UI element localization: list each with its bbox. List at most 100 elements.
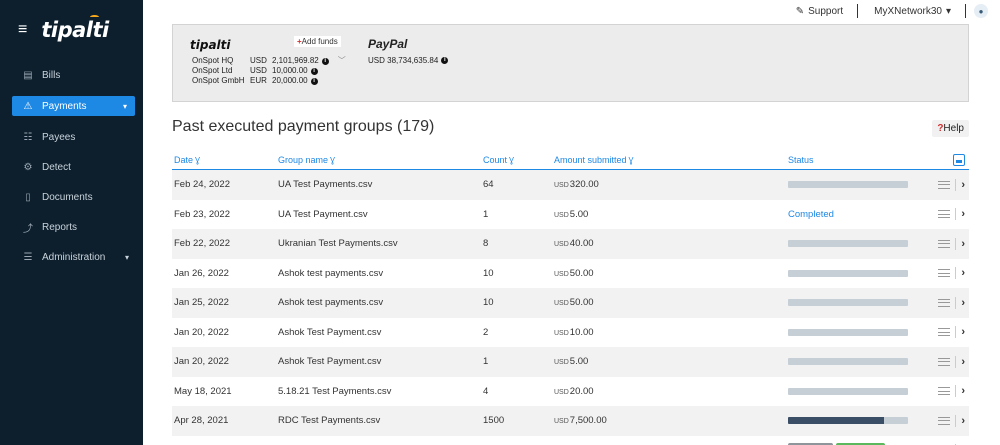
table-header: Date Ɣ Group name Ɣ Count Ɣ Amount submitte…	[172, 151, 969, 170]
chevron-right-icon[interactable]: ›	[961, 326, 965, 338]
table-row[interactable]: Mar 05, 2021Angiedata.csv12EUR4,000.00|G…	[172, 436, 969, 445]
chevron-right-icon[interactable]: ›	[961, 297, 965, 309]
sidebar-item-administration[interactable]: ☰ Administration ▾	[0, 242, 143, 272]
table-row[interactable]: Feb 23, 2022 UA Test Payment.csv 1 USD5.00 C…	[172, 200, 969, 230]
table-row[interactable]: Jan 20, 2022 Ashok Test Payment.csv 1 USD5.…	[172, 347, 969, 377]
cell-count: 1500	[483, 415, 505, 427]
caret-down-icon: ▾	[122, 101, 127, 111]
sidebar-item-payments[interactable]: ⚠ Payments ▾	[12, 96, 135, 116]
detect-icon: ⚙	[23, 161, 33, 173]
chevron-right-icon[interactable]: ›	[961, 356, 965, 368]
status-text: Completed	[788, 208, 834, 220]
table-body: Feb 24, 2022 UA Test Payments.csv 64 USD320…	[172, 170, 969, 445]
topbar: ✎ Support MyXNetwork30 ▾ ●	[143, 0, 1000, 22]
documents-icon: ▯	[25, 191, 31, 203]
header-amount[interactable]: Amount submitted Ɣ	[554, 155, 788, 165]
status-progress-bar	[788, 358, 908, 366]
cell-amount: USD5.00	[554, 208, 589, 220]
bills-icon: ▤	[23, 69, 33, 81]
cell-amount: USD7,500.00	[554, 415, 607, 427]
sidebar-item-bills[interactable]: ▤ Bills	[0, 60, 143, 90]
row-menu-icon[interactable]	[938, 239, 951, 248]
chevron-right-icon[interactable]: ›	[961, 267, 965, 279]
cell-status	[788, 358, 928, 366]
cell-date: Apr 28, 2021	[174, 415, 229, 427]
header-count[interactable]: Count Ɣ	[483, 155, 554, 165]
caret-down-icon: ▾	[124, 252, 129, 262]
tipalti-logo[interactable]: tipalti	[41, 15, 109, 42]
row-menu-icon[interactable]	[938, 298, 951, 307]
funding-balances: OnSpot HQ USD 2,101,969.82 i ﹀ OnSpot Ltd USD 1…	[192, 56, 346, 86]
cell-count: 64	[483, 179, 494, 191]
status-progress-bar	[788, 299, 908, 307]
sidebar-item-reports[interactable]: ⤴ Reports	[0, 212, 143, 242]
table-row[interactable]: Jan 26, 2022 Ashok test payments.csv 10 USD…	[172, 259, 969, 289]
info-icon[interactable]: i	[321, 57, 329, 65]
row-menu-icon[interactable]	[938, 269, 951, 278]
cell-group-name: Ashok Test Payment.csv	[278, 326, 382, 338]
table-row[interactable]: May 18, 2021 5.18.21 Test Payments.csv 4 US…	[172, 377, 969, 407]
cell-group-name: UA Test Payment.csv	[278, 208, 368, 220]
info-icon[interactable]: i	[310, 67, 318, 75]
help-button[interactable]: ?Help	[932, 120, 969, 137]
tipalti-funding-logo: tipalti	[190, 38, 231, 52]
reports-icon: ⤴	[23, 223, 33, 235]
row-menu-icon[interactable]	[938, 210, 951, 219]
table-row[interactable]: Jan 20, 2022 Ashok Test Payment.csv 2 USD10…	[172, 318, 969, 348]
sidebar-item-payees[interactable]: ☷ Payees	[0, 122, 143, 152]
sidebar: ≡ tipalti ▤ Bills ⚠ Payments ▾ ☷ Payees ⚙ Detect…	[0, 0, 143, 445]
filter-icon: Ɣ	[509, 156, 515, 165]
info-icon[interactable]: i	[441, 57, 449, 64]
cell-date: Feb 23, 2022	[174, 208, 230, 220]
cell-group-name: UA Test Payments.csv	[278, 179, 373, 191]
cell-date: Feb 24, 2022	[174, 179, 230, 191]
sidebar-item-documents[interactable]: ▯ Documents	[0, 182, 143, 212]
export-csv-icon[interactable]	[953, 154, 965, 166]
sidebar-item-detect[interactable]: ⚙ Detect	[0, 152, 143, 182]
hamburger-menu-icon[interactable]: ≡	[18, 22, 27, 38]
chevron-right-icon[interactable]: ›	[961, 415, 965, 427]
filter-icon: Ɣ	[628, 156, 634, 165]
chevron-down-icon[interactable]: ﹀	[338, 56, 346, 66]
row-menu-icon[interactable]	[938, 328, 951, 337]
brand: ≡ tipalti	[0, 0, 143, 60]
table-row[interactable]: Apr 28, 2021 RDC Test Payments.csv 1500 USD…	[172, 406, 969, 436]
filter-icon: Ɣ	[330, 156, 336, 165]
account-switcher[interactable]: MyXNetwork30 ▾	[858, 4, 966, 18]
add-funds-button[interactable]: +Add funds	[294, 36, 341, 47]
support-link[interactable]: ✎ Support	[796, 4, 859, 18]
chevron-right-icon[interactable]: ›	[961, 208, 965, 220]
cell-date: Feb 22, 2022	[174, 238, 230, 250]
payment-groups-table: Date Ɣ Group name Ɣ Count Ɣ Amount submitte…	[172, 151, 969, 445]
sidebar-item-label: Detect	[42, 161, 71, 173]
cell-status	[788, 269, 928, 277]
chevron-right-icon[interactable]: ›	[961, 385, 965, 397]
cell-status	[788, 328, 928, 336]
chevron-right-icon[interactable]: ›	[961, 179, 965, 191]
info-icon[interactable]: i	[310, 77, 318, 85]
cell-count: 1	[483, 208, 489, 220]
table-row[interactable]: Feb 22, 2022 Ukranian Test Payments.csv 8 U…	[172, 229, 969, 259]
cell-amount: USD20.00	[554, 385, 594, 397]
table-row[interactable]: Feb 24, 2022 UA Test Payments.csv 64 USD320…	[172, 170, 969, 200]
cell-status	[788, 181, 928, 189]
funds-panel: tipalti +Add funds PayPal OnSpot HQ USD 2,…	[172, 24, 969, 102]
sidebar-item-label: Bills	[42, 69, 61, 81]
funding-line: OnSpot Ltd USD 10,000.00 i	[192, 66, 346, 76]
header-group-name[interactable]: Group name Ɣ	[278, 155, 483, 165]
cell-amount: USD5.00	[554, 356, 589, 368]
chevron-right-icon[interactable]: ›	[961, 238, 965, 250]
row-menu-icon[interactable]	[938, 180, 951, 189]
row-menu-icon[interactable]	[938, 387, 951, 396]
cell-group-name: 5.18.21 Test Payments.csv	[278, 385, 392, 397]
user-avatar-icon[interactable]: ●	[974, 4, 988, 18]
cell-group-name: Ashok Test Payment.csv	[278, 356, 382, 368]
status-progress-bar	[788, 269, 908, 277]
administration-icon: ☰	[23, 251, 33, 263]
table-row[interactable]: Jan 25, 2022 Ashok test payments.csv 10 USD…	[172, 288, 969, 318]
header-date[interactable]: Date Ɣ	[172, 155, 278, 165]
row-menu-icon[interactable]	[938, 416, 951, 425]
row-menu-icon[interactable]	[938, 357, 951, 366]
payments-icon: ⚠	[23, 100, 33, 112]
cell-group-name: Ashok test payments.csv	[278, 297, 384, 309]
